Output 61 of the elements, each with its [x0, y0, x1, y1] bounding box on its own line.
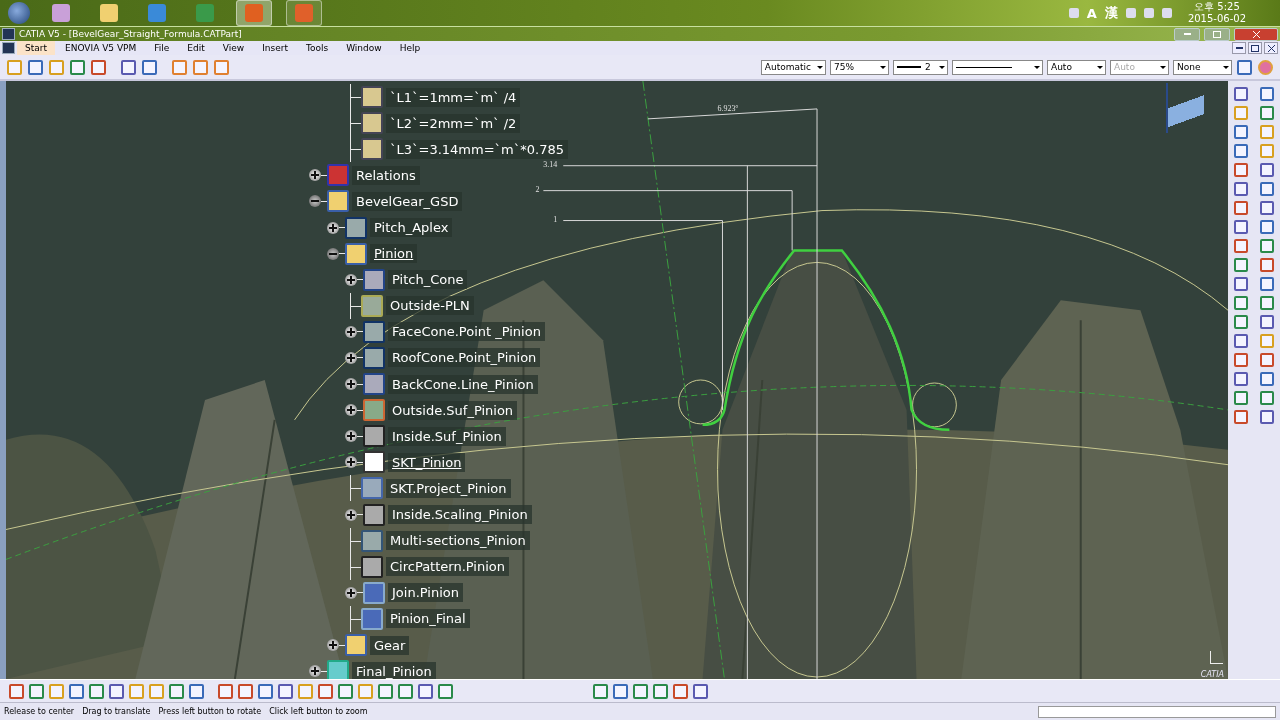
status-hint: Drag to translate: [82, 707, 151, 716]
caret-icon: [1097, 65, 1103, 69]
menu-item[interactable]: Edit: [179, 41, 213, 55]
command-input-field[interactable]: [1038, 705, 1276, 718]
fillet-circle: [678, 379, 723, 425]
property-dropdown[interactable]: Automatic: [760, 59, 826, 75]
axis-system-icon: [1210, 651, 1223, 664]
tree-node-label[interactable]: SKT.Project_Pinion: [386, 478, 511, 498]
catia-logo: CATIA: [1200, 670, 1224, 679]
menu-item[interactable]: Start: [17, 41, 55, 55]
taskbar-app-button[interactable]: [236, 0, 272, 26]
tree-node-label[interactable]: Pinion: [370, 244, 418, 264]
caret-icon: [817, 65, 823, 69]
status-hint: Release to center: [4, 707, 75, 716]
menu-item[interactable]: Tools: [297, 41, 337, 55]
status-hint: Click left button to zoom: [269, 707, 368, 716]
caret-icon: [1223, 65, 1229, 69]
property-dropdown[interactable]: 2: [893, 59, 948, 75]
tree-node-label[interactable]: Inside.Scaling_Pinion: [388, 505, 532, 525]
menu-item[interactable]: ENOVIA V5 VPM: [57, 41, 145, 55]
catia-app-icon: [2, 42, 15, 54]
tree-node-label[interactable]: Pitch_Cone: [388, 270, 468, 290]
property-dropdown[interactable]: None: [1173, 59, 1232, 75]
tree-node-label[interactable]: Pinion_Final: [386, 609, 470, 629]
tree-node-label[interactable]: RoofCone.Point_Pinion: [388, 348, 541, 368]
catia-app-icon: [2, 28, 15, 40]
dimension-label[interactable]: 1: [553, 214, 558, 224]
clock-date: 2015-06-02: [1187, 13, 1246, 25]
menu-item[interactable]: Help: [391, 41, 429, 55]
caret-icon: [1160, 65, 1166, 69]
sphere-icon[interactable]: [1258, 59, 1273, 75]
menu-item[interactable]: Window: [338, 41, 390, 55]
status-hint: Press left button to rotate: [158, 707, 262, 716]
window-title: CATIA V5 - [BevelGear_Straight_Formula.CATPart]: [19, 29, 242, 39]
tree-node-label[interactable]: Outside-PLN: [386, 296, 474, 316]
tree-node-label[interactable]: Pitch_Aplex: [370, 218, 453, 237]
property-dropdown[interactable]: Auto: [1047, 59, 1106, 75]
tree-node-label[interactable]: Multi-sections_Pinion: [386, 531, 530, 551]
dimension-label[interactable]: 3.14: [543, 159, 558, 169]
caret-icon: [939, 65, 945, 69]
tree-node-label[interactable]: `L1`=1mm=`m` /4: [386, 87, 521, 107]
tree-node-label[interactable]: CircPattern.Pinion: [386, 557, 509, 577]
clock-time: 오후 5:25: [1194, 1, 1240, 13]
restore-button[interactable]: [1248, 42, 1262, 54]
tree-node-label[interactable]: Join.Pinion: [388, 583, 463, 603]
close-button[interactable]: [1264, 42, 1278, 54]
dimension-label[interactable]: 6.923°: [717, 103, 739, 113]
tree-node-label[interactable]: `L2`=2mm=`m` /2: [386, 113, 521, 133]
menu-item[interactable]: Insert: [254, 41, 296, 55]
start-orb-icon[interactable]: [8, 2, 30, 24]
minimize-button[interactable]: [1232, 42, 1246, 54]
menu-item[interactable]: File: [146, 41, 178, 55]
fillet-circle: [912, 382, 957, 428]
dimension-label[interactable]: 2: [535, 184, 540, 194]
caret-icon: [1034, 65, 1040, 69]
menu-item[interactable]: View: [214, 41, 253, 55]
property-dropdown[interactable]: 75%: [830, 59, 889, 75]
tree-node-label[interactable]: FaceCone.Point _Pinion: [388, 322, 545, 342]
tree-node-label[interactable]: BevelGear_GSD: [352, 191, 463, 211]
caret-icon: [880, 65, 886, 69]
property-dropdown[interactable]: [952, 59, 1043, 75]
